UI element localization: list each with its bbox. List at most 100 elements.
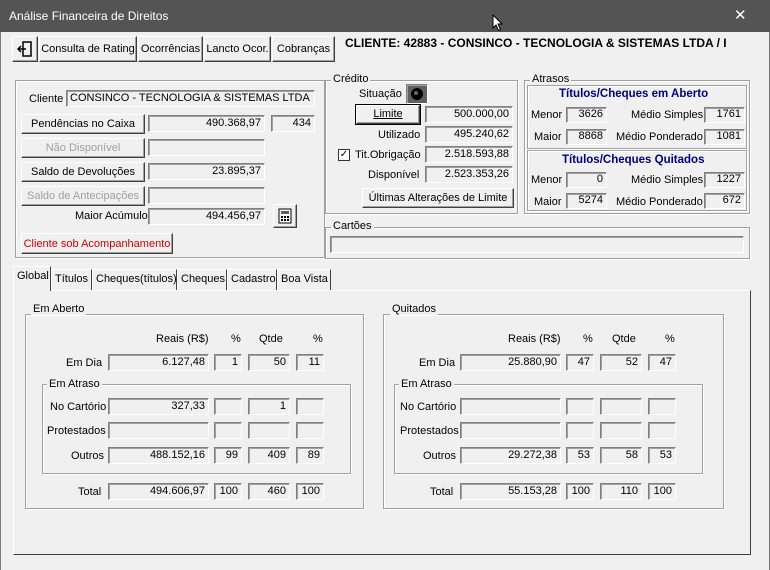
saldo-antecipacoes-value (148, 187, 265, 204)
tab-titulos[interactable]: Títulos (51, 269, 92, 290)
quitados-total-label: Total (430, 486, 454, 498)
limite-button-label: Limite (373, 108, 403, 120)
aberto-col-reais: Reais (R$) (156, 333, 209, 345)
quitados-em-dia-label: Em Dia (419, 357, 456, 369)
aberto-protestados-pct2 (296, 422, 324, 439)
cartoes-field (330, 236, 744, 253)
aberto-outros-pct: 99 (214, 447, 242, 464)
credito-title: Crédito (331, 73, 371, 85)
quitados-outros-pct: 53 (566, 447, 594, 464)
tab-cheques-titulos[interactable]: Cheques(títulos) (92, 269, 177, 290)
aberto-cartorio-qtde: 1 (248, 398, 290, 415)
saldo-devolucoes-button[interactable]: Saldo de Devoluções (21, 162, 145, 182)
quitados-protestados-pct2 (648, 422, 676, 439)
aberto-total-qtde: 460 (248, 483, 290, 500)
utilizado-label: Utilizado (378, 129, 421, 141)
quitados-col-pct: % (583, 333, 593, 345)
aberto-medio-simples-value: 1761 (704, 107, 745, 123)
close-button[interactable]: ✕ (734, 6, 750, 24)
client-label: Cliente (29, 93, 64, 105)
quitados-title: Quitados (390, 303, 439, 315)
exit-button[interactable] (12, 36, 38, 62)
aberto-outros-reais: 488.152,16 (108, 447, 209, 464)
aberto-em-dia-pct: 1 (214, 354, 242, 371)
tab-global[interactable]: Global (13, 266, 51, 291)
pendencias-caixa-button[interactable]: Pendências no Caixa (21, 114, 145, 134)
lancto-ocor-button[interactable]: Lancto Ocor. (204, 36, 271, 62)
aberto-total-pct: 100 (214, 483, 242, 500)
tab-boa-vista[interactable]: Boa Vista (277, 269, 331, 290)
maior-acumulo-label: Maior Acúmulo (75, 210, 148, 222)
limite-value: 500.000,00 (425, 106, 513, 123)
quitados-medio-simples-label: Médio Simples (631, 174, 704, 186)
quitados-em-dia-reais: 25.880,90 (460, 354, 561, 371)
atrasos-title: Atrasos (530, 73, 572, 85)
ultimas-alteracoes-button[interactable]: Últimas Alterações de Limite (362, 188, 514, 208)
quitados-cartorio-reais (460, 398, 561, 415)
quitados-total-pct2: 100 (648, 483, 676, 500)
aberto-em-dia-pct2: 11 (296, 354, 324, 371)
quitados-outros-pct2: 53 (648, 447, 676, 464)
limite-button[interactable]: Limite (355, 104, 421, 125)
quitados-protestados-qtde (600, 422, 642, 439)
aberto-total-label: Total (78, 486, 102, 498)
cobrancas-button[interactable]: Cobranças (272, 36, 335, 62)
quitados-col-reais: Reais (R$) (508, 333, 561, 345)
situacao-indicator (406, 84, 428, 104)
em-aberto-title: Em Aberto (31, 303, 87, 315)
nao-disponivel-button[interactable]: Não Disponível (21, 138, 145, 158)
aberto-em-dia-reais: 6.127,48 (108, 354, 209, 371)
tit-obrigacao-checkbox[interactable]: ✓ (338, 149, 350, 161)
aberto-col-qtde: Qtde (259, 333, 283, 345)
title-bar: Análise Financeira de Direitos ✕ (0, 0, 770, 32)
calculator-icon (278, 208, 292, 227)
atrasos-quitados-title: Títulos/Cheques Quitados (562, 154, 705, 166)
aberto-protestados-qtde (248, 422, 290, 439)
aberto-em-dia-qtde: 50 (248, 354, 290, 371)
aberto-outros-pct2: 89 (296, 447, 324, 464)
aberto-em-atraso-title: Em Atraso (47, 378, 102, 390)
client-name-field[interactable]: CONSINCO - TECNOLOGIA & SISTEMAS LTDA (66, 90, 315, 107)
calculator-button[interactable] (273, 204, 297, 228)
ocorrencias-button[interactable]: Ocorrências (138, 36, 203, 62)
aberto-menor-label: Menor (531, 109, 563, 121)
quitados-total-pct: 100 (566, 483, 594, 500)
aberto-total-reais: 494.606,97 (108, 483, 209, 500)
quitados-em-dia-pct: 47 (566, 354, 594, 371)
exit-door-icon (16, 41, 33, 60)
quitados-cartorio-qtde (600, 398, 642, 415)
aberto-col-pct: % (231, 333, 241, 345)
tit-obrigacao-value: 2.518.593,88 (425, 146, 513, 163)
quitados-em-atraso-title: Em Atraso (399, 378, 454, 390)
nao-disponivel-value (148, 139, 265, 156)
disponivel-value: 2.523.353,26 (425, 166, 513, 183)
aberto-maior-label: Maior (534, 131, 562, 143)
situacao-label: Situação (359, 88, 402, 100)
tab-cadastro[interactable]: Cadastro (227, 269, 277, 290)
aberto-medio-ponderado-label: Médio Ponderado (616, 131, 703, 143)
aberto-outros-label: Outros (71, 450, 105, 462)
quitados-protestados-label: Protestados (400, 425, 459, 437)
pendencias-value: 490.368,97 (148, 115, 265, 132)
aberto-protestados-label: Protestados (47, 425, 106, 437)
saldo-antecipacoes-button[interactable]: Saldo de Antecipações (21, 186, 145, 206)
cliente-acompanhamento-button[interactable]: Cliente sob Acompanhamento (21, 233, 173, 254)
quitados-outros-label: Outros (423, 450, 457, 462)
aberto-menor-value: 3626 (566, 107, 607, 123)
aberto-medio-ponderado-value: 1081 (704, 129, 745, 145)
quitados-protestados-pct (566, 422, 594, 439)
quitados-cartorio-pct (566, 398, 594, 415)
quitados-em-dia-qtde: 52 (600, 354, 642, 371)
tab-cheques[interactable]: Cheques (177, 269, 227, 290)
quitados-cartorio-label: No Cartório (400, 401, 457, 413)
aberto-maior-value: 8868 (566, 129, 607, 145)
aberto-em-dia-label: Em Dia (66, 357, 103, 369)
consulta-rating-button[interactable]: Consulta de Rating (39, 36, 137, 62)
quitados-col-qtde: Qtde (612, 333, 636, 345)
aberto-total-pct2: 100 (296, 483, 324, 500)
atrasos-aberto-title: Títulos/Cheques em Aberto (559, 88, 709, 100)
saldo-devolucoes-value: 23.895,37 (148, 163, 265, 180)
aberto-col-pct2: % (313, 333, 323, 345)
quitados-outros-reais: 29.272,38 (460, 447, 561, 464)
aberto-cartorio-pct (214, 398, 242, 415)
